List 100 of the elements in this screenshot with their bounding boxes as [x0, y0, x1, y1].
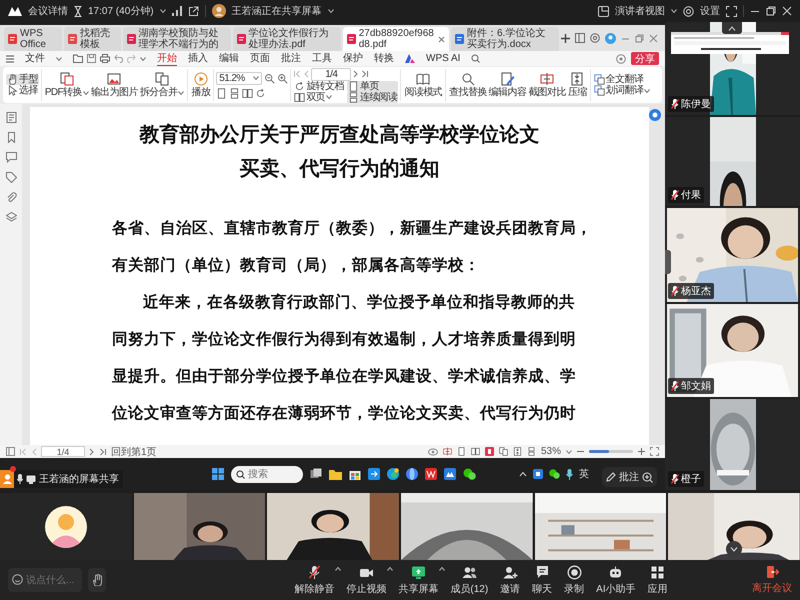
toolbar-button[interactable]: 成员(12) [448, 564, 496, 596]
zoom-slider-fill[interactable] [589, 450, 609, 453]
ribbon-button[interactable]: 阅读模式 [403, 71, 444, 99]
zoom-in-icon[interactable] [638, 448, 645, 455]
chat-field[interactable]: 说点什么... [8, 568, 82, 592]
ribbon-button[interactable]: 全文翻译 [592, 74, 644, 85]
task-view-icon[interactable] [310, 468, 322, 480]
app-icon[interactable] [444, 468, 456, 480]
ribbon-button[interactable]: 输出为图片 [90, 71, 139, 99]
save-icon[interactable] [87, 54, 96, 63]
document-tab[interactable]: 找稻壳模板 [64, 27, 121, 51]
bookmark-icon[interactable] [484, 447, 494, 456]
menu-tab[interactable]: 页面 [250, 52, 270, 66]
zoom-field[interactable]: 51.2% [216, 72, 262, 84]
ribbon-button[interactable]: 查找替换 [448, 71, 488, 99]
settings-icon[interactable] [590, 33, 600, 43]
external-link-icon[interactable] [188, 6, 199, 16]
next-page-icon[interactable] [89, 448, 95, 456]
chat-app-icon[interactable] [463, 468, 476, 480]
settings-button[interactable]: 设置 [700, 4, 720, 18]
ribbon-button[interactable]: 编辑内容 [488, 71, 528, 99]
toolbar-button[interactable]: 应用 [646, 564, 676, 596]
input-method-indicator[interactable]: 英 [579, 467, 589, 481]
annotate-label[interactable]: 批注 [619, 470, 639, 484]
ribbon-button[interactable]: 双页 [293, 92, 345, 102]
globe-icon[interactable] [406, 468, 418, 480]
annotate-tooltip[interactable]: 批注 [602, 467, 657, 487]
toolbar-button[interactable]: 聊天 [530, 564, 560, 596]
ribbon-button[interactable]: PDF转换 [44, 71, 90, 99]
meeting-timer[interactable]: 17:07 (40分钟) [88, 4, 154, 18]
ribbon-button[interactable]: 拆分合并 [138, 71, 186, 99]
share-button[interactable]: 分享 [631, 52, 659, 65]
toolbar-button[interactable]: 停止视频 [344, 564, 394, 596]
menu-tab[interactable]: 保护 [343, 52, 363, 66]
browser-icon[interactable] [387, 468, 399, 480]
bookmark-icon[interactable] [6, 132, 16, 143]
attachment-icon[interactable] [6, 192, 16, 203]
document-tab[interactable]: WPS Office [4, 27, 62, 51]
back-to-first-page-link[interactable]: 回到第1页 [111, 444, 157, 458]
sidebar-icon[interactable] [6, 447, 15, 456]
toolbar-button[interactable]: 邀请 [498, 564, 528, 596]
ribbon-button[interactable]: 划词翻译 [592, 85, 652, 96]
toolbar-button[interactable]: AI小助手 [594, 564, 644, 596]
sharing-notice[interactable]: 王若涵正在共享屏幕 [232, 4, 322, 18]
assistant-icon[interactable] [649, 109, 661, 121]
ribbon-button[interactable]: 连续阅读 [346, 92, 398, 102]
file-menu[interactable]: 文件 [25, 52, 45, 66]
chevron-up-icon[interactable] [519, 471, 527, 477]
chat-app-icon[interactable] [549, 469, 560, 479]
sidebar-icon[interactable] [575, 33, 585, 43]
menu-tab[interactable]: 批注 [281, 52, 301, 66]
ribbon-button[interactable]: 旋转文档 [293, 80, 345, 92]
ribbon-button[interactable]: 手型 [6, 74, 39, 85]
next-page-icon[interactable] [353, 70, 360, 78]
store-icon[interactable] [349, 468, 361, 480]
user-avatar-icon[interactable] [605, 32, 616, 44]
page-number-field[interactable]: 1/4 [41, 446, 85, 457]
collapse-button[interactable] [722, 22, 742, 34]
notification-icon[interactable] [616, 54, 626, 64]
view-mode-button[interactable]: 演讲者视图 [615, 4, 665, 18]
raise-hand-button[interactable] [88, 568, 106, 592]
layout-icon[interactable] [598, 6, 609, 16]
zoom-out-icon[interactable] [577, 448, 584, 455]
toolbar-button[interactable]: 解除静音 [292, 564, 342, 596]
page-field[interactable]: 1/4 [311, 68, 352, 80]
ribbon-button[interactable]: 截图对比 [527, 71, 567, 99]
microphone-icon[interactable] [566, 468, 573, 480]
document-tab[interactable]: 附件：6.学位论文买卖行为.docx [451, 27, 559, 51]
app-icon[interactable] [368, 468, 380, 480]
layers-icon[interactable] [6, 212, 16, 223]
ribbon-button[interactable]: 播放 [190, 71, 212, 99]
last-page-icon[interactable] [361, 70, 370, 78]
ribbon-button[interactable]: 压缩 [566, 71, 588, 99]
menu-tab[interactable]: 插入 [188, 52, 208, 66]
ribbon-button[interactable]: 单页 [346, 80, 398, 92]
search-icon[interactable] [471, 54, 480, 63]
toolbar-button[interactable]: 共享屏幕 [396, 564, 446, 596]
thumbnails-icon[interactable] [6, 112, 16, 123]
panel-handle[interactable] [665, 250, 671, 274]
document-tab[interactable]: 27db88920ef968d8.pdf [342, 27, 449, 51]
eye-icon[interactable] [428, 448, 438, 456]
comment-icon[interactable] [6, 152, 16, 163]
add-icon[interactable] [561, 34, 570, 42]
menu-tab[interactable]: 转换 [374, 52, 394, 66]
folder-icon[interactable] [329, 468, 342, 480]
menu-icon[interactable] [6, 54, 14, 62]
menu-tab[interactable]: 开始 [157, 52, 177, 66]
leave-meeting-button[interactable]: 离开会议 [752, 565, 792, 595]
toolbar-button[interactable]: 录制 [562, 564, 592, 596]
restore-icon[interactable] [766, 6, 776, 16]
menu-tab[interactable]: 工具 [312, 52, 332, 66]
tag-icon[interactable] [6, 172, 16, 183]
folder-icon[interactable] [73, 54, 83, 63]
undo-icon[interactable] [114, 54, 123, 63]
print-icon[interactable] [100, 54, 110, 63]
app-icon[interactable] [533, 469, 543, 479]
last-page-icon[interactable] [99, 448, 107, 456]
menu-tab[interactable]: 编辑 [219, 52, 239, 66]
document-tab[interactable]: 湖南学校预防与处理学术不端行为的 [122, 27, 231, 51]
search-field[interactable]: 搜索 [231, 466, 303, 482]
